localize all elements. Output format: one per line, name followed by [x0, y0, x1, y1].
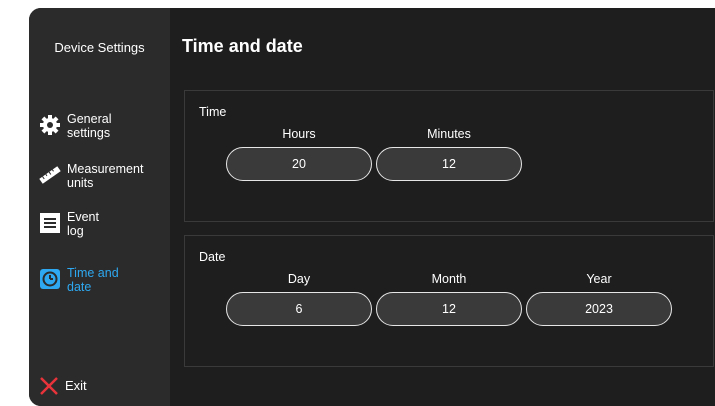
sidebar-item-label: Time and date [67, 266, 119, 294]
minutes-label: Minutes [427, 127, 471, 141]
time-section-label: Time [199, 105, 227, 119]
clock-icon [39, 268, 61, 290]
date-section-label: Date [199, 250, 226, 264]
sidebar-item-label: Event log [67, 210, 99, 238]
exit-button[interactable]: Exit [39, 376, 87, 396]
main-content: Time and date Time Hours Minutes 20 12 D… [170, 8, 715, 406]
year-input[interactable]: 2023 [526, 292, 672, 326]
close-icon [39, 376, 59, 396]
hours-label: Hours [282, 127, 316, 141]
list-icon [39, 212, 61, 234]
year-label: Year [586, 272, 612, 286]
sidebar-item-time-and-date[interactable]: Time and date [39, 266, 169, 294]
page-title: Time and date [182, 36, 303, 56]
device-screen: Device Settings General settings Measure… [29, 8, 715, 406]
month-label: Month [431, 272, 467, 286]
minutes-input[interactable]: 12 [376, 147, 522, 181]
sidebar-item-measurement-units[interactable]: Measurement units [39, 162, 169, 190]
month-input[interactable]: 12 [376, 292, 522, 326]
sidebar-title: Device Settings [54, 40, 145, 55]
day-input[interactable]: 6 [226, 292, 372, 326]
sidebar: Device Settings General settings Measure… [29, 8, 170, 406]
gear-icon [39, 114, 61, 136]
date-panel: Date Day Month Year 6 12 2023 [184, 235, 714, 367]
day-label: Day [287, 272, 311, 286]
sidebar-item-general-settings[interactable]: General settings [39, 112, 169, 140]
exit-label: Exit [65, 378, 87, 393]
time-panel: Time Hours Minutes 20 12 [184, 90, 714, 222]
sidebar-item-label: Measurement units [67, 162, 144, 190]
hours-input[interactable]: 20 [226, 147, 372, 181]
sidebar-item-label: General settings [67, 112, 112, 140]
sidebar-item-event-log[interactable]: Event log [39, 210, 169, 238]
ruler-icon [39, 164, 61, 186]
